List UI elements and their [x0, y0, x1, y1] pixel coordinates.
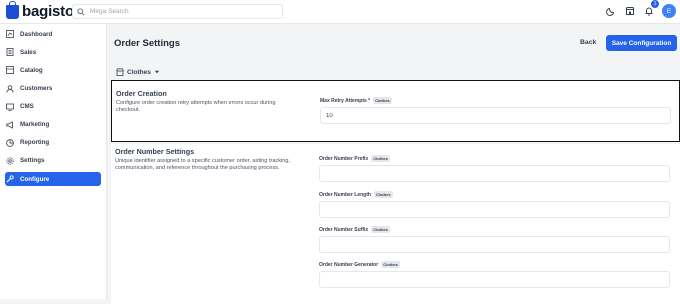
field-label-text: Order Number Generator [319, 261, 379, 268]
sidebar-item-label: Catalog [20, 66, 43, 74]
save-configuration-button[interactable]: Save Configuration [606, 35, 677, 51]
app-logo[interactable]: bagisto [6, 0, 74, 20]
sidebar-item-label: CMS [20, 103, 34, 111]
channel-chip: Clothes [381, 261, 400, 268]
sidebar-item-label: Marketing [20, 121, 50, 129]
sidebar-item-reporting[interactable]: Reporting [5, 136, 101, 151]
sidebar-item-configure[interactable]: Configure [5, 171, 101, 187]
sidebar-item-label: Settings [20, 157, 45, 165]
sidebar-item-label: Dashboard [20, 30, 53, 38]
sidebar-item-dashboard[interactable]: Dashboard [5, 27, 101, 42]
order-number-suffix-label: Order Number Suffix Clothes [319, 226, 390, 233]
channel-chip: Clothes [371, 226, 390, 233]
channel-chip: Clothes [373, 191, 393, 198]
sidebar-item-catalog[interactable]: Catalog [5, 63, 101, 78]
logo-bag-icon [6, 0, 19, 19]
cms-icon [6, 103, 14, 111]
order-number-generator-input[interactable] [319, 271, 670, 288]
channel-switcher[interactable]: Clothes [116, 68, 160, 76]
sidebar-item-label: Configure [20, 175, 50, 183]
catalog-icon [6, 66, 14, 75]
app-name: bagisto [22, 3, 74, 20]
page-title: Order Settings [114, 38, 180, 49]
sidebar-item-sales[interactable]: Sales [5, 45, 101, 60]
section-description: Unique identifier assigned to a specific… [115, 158, 291, 172]
order-number-length-label: Order Number Length Clothes [319, 191, 393, 198]
notification-bell-icon[interactable]: 1 [643, 0, 659, 17]
user-avatar[interactable]: E [662, 4, 676, 18]
channel-chip: Clothes [371, 155, 390, 162]
search-icon [77, 7, 85, 16]
order-number-suffix-input[interactable] [319, 236, 670, 253]
field-label-text: Order Number Length [319, 191, 371, 198]
marketing-icon [6, 121, 14, 129]
sidebar-item-label: Customers [20, 85, 53, 93]
sidebar-item-label: Sales [20, 48, 37, 56]
field-label-text: Max Retry Attempts * [320, 97, 371, 104]
channel-chip: Clothes [373, 97, 392, 104]
field-label-text: Order Number Prefix [319, 155, 369, 162]
order-number-settings-section: Order Number Settings Unique identifier … [111, 144, 680, 304]
sidebar-item-label: Reporting [20, 139, 50, 147]
max-retry-attempts-label: Max Retry Attempts * Clothes [320, 97, 392, 104]
notification-count-badge: 1 [651, 0, 659, 8]
configure-icon [6, 175, 14, 183]
search-input[interactable] [90, 8, 270, 15]
section-title: Order Number Settings [115, 147, 195, 156]
settings-icon [6, 157, 14, 165]
order-creation-section: Order Creation Configure order creation … [111, 80, 680, 142]
storefront-icon[interactable] [624, 5, 636, 17]
header-actions: 1 E [605, 0, 676, 18]
reporting-icon [6, 139, 14, 147]
order-number-prefix-label: Order Number Prefix Clothes [319, 155, 390, 162]
dark-mode-icon[interactable] [605, 5, 617, 17]
back-button[interactable]: Back [580, 39, 596, 46]
top-bar: bagisto 1 E [0, 0, 680, 24]
caret-down-icon [154, 70, 160, 74]
sales-icon [6, 48, 14, 57]
field-label-text: Order Number Suffix [319, 226, 369, 233]
order-number-prefix-input[interactable] [319, 165, 670, 182]
main-content: Order Settings Back Save Configuration C… [108, 24, 680, 304]
order-number-length-input[interactable] [319, 201, 670, 218]
customers-icon [6, 84, 14, 93]
section-description: Configure order creation retry attempts … [116, 100, 276, 114]
sidebar-item-settings[interactable]: Settings [5, 154, 101, 169]
sidebar-item-customers[interactable]: Customers [5, 81, 101, 96]
channel-label: Clothes [127, 68, 151, 76]
order-number-generator-label: Order Number Generator Clothes [319, 261, 400, 268]
store-icon [116, 68, 124, 76]
dashboard-icon [6, 30, 14, 39]
search-box[interactable] [72, 4, 283, 19]
sidebar: Dashboard Sales Catalog Customers CMS Ma… [0, 24, 107, 299]
sidebar-item-cms[interactable]: CMS [5, 99, 101, 114]
section-title: Order Creation [116, 89, 167, 98]
sidebar-item-marketing[interactable]: Marketing [5, 117, 101, 132]
max-retry-attempts-input[interactable] [320, 107, 671, 124]
